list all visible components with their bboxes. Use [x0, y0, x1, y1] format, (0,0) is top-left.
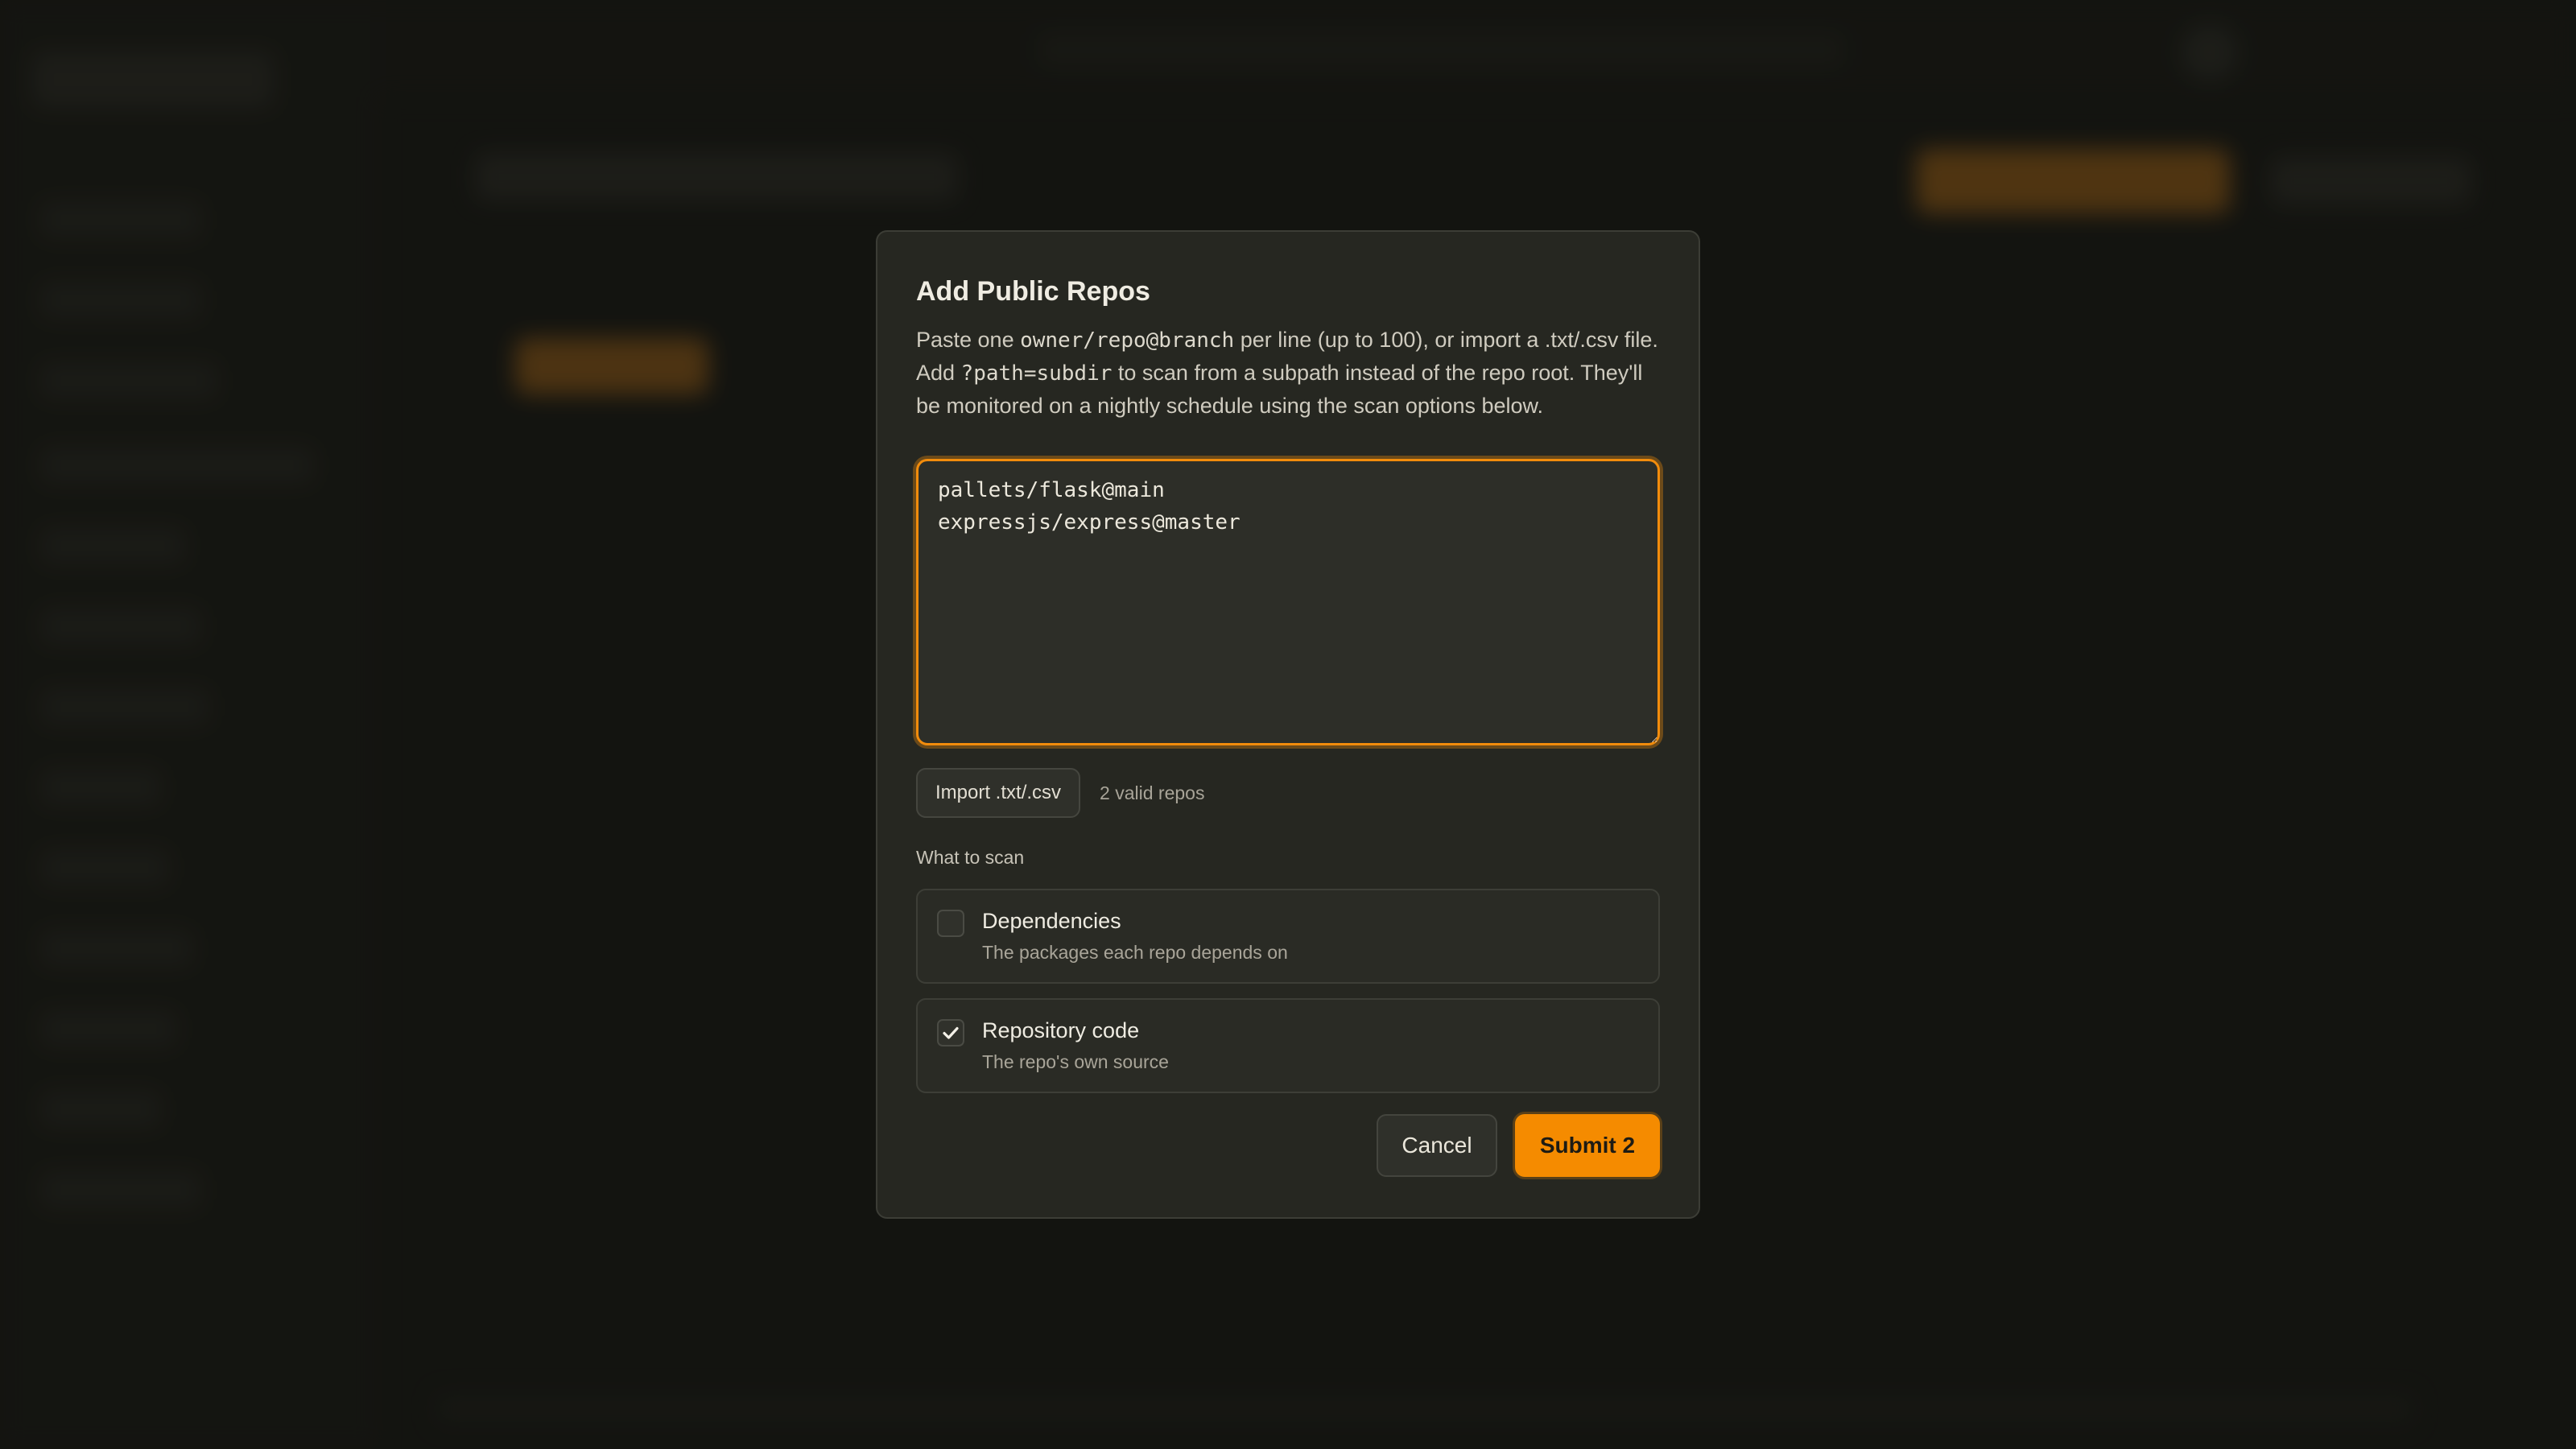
option-title: Repository code [982, 1018, 1140, 1042]
import-file-button[interactable]: Import .txt/.csv [916, 768, 1081, 818]
format-code: owner/repo@branch [1020, 328, 1235, 353]
dependencies-checkbox[interactable] [937, 910, 964, 937]
submit-button[interactable]: Submit 2 [1515, 1114, 1660, 1177]
path-code: ?path=subdir [960, 361, 1113, 386]
option-description: The repo's own source [982, 1051, 1169, 1072]
repos-textarea[interactable]: pallets/flask@main expressjs/express@mas… [916, 459, 1660, 745]
description-text: Paste one [916, 328, 1021, 352]
option-dependencies[interactable]: Dependencies The packages each repo depe… [916, 889, 1660, 984]
checkmark-icon [943, 1026, 959, 1039]
dialog-actions: Cancel Submit 2 [1377, 1114, 1660, 1177]
add-public-repos-dialog: Add Public Repos Paste one owner/repo@br… [876, 230, 1700, 1219]
dialog-description: Paste one owner/repo@branch per line (up… [916, 324, 1665, 422]
option-title: Dependencies [982, 909, 1121, 933]
option-description: The packages each repo depends on [982, 942, 1288, 963]
cancel-button[interactable]: Cancel [1377, 1114, 1497, 1177]
dialog-title: Add Public Repos [916, 276, 1150, 307]
valid-repos-count: 2 valid repos [1100, 782, 1205, 803]
import-row: Import .txt/.csv 2 valid repos [916, 768, 1660, 818]
what-to-scan-label: What to scan [916, 847, 1025, 868]
repository-code-checkbox[interactable] [937, 1019, 964, 1046]
option-repository-code[interactable]: Repository code The repo's own source [916, 998, 1660, 1093]
